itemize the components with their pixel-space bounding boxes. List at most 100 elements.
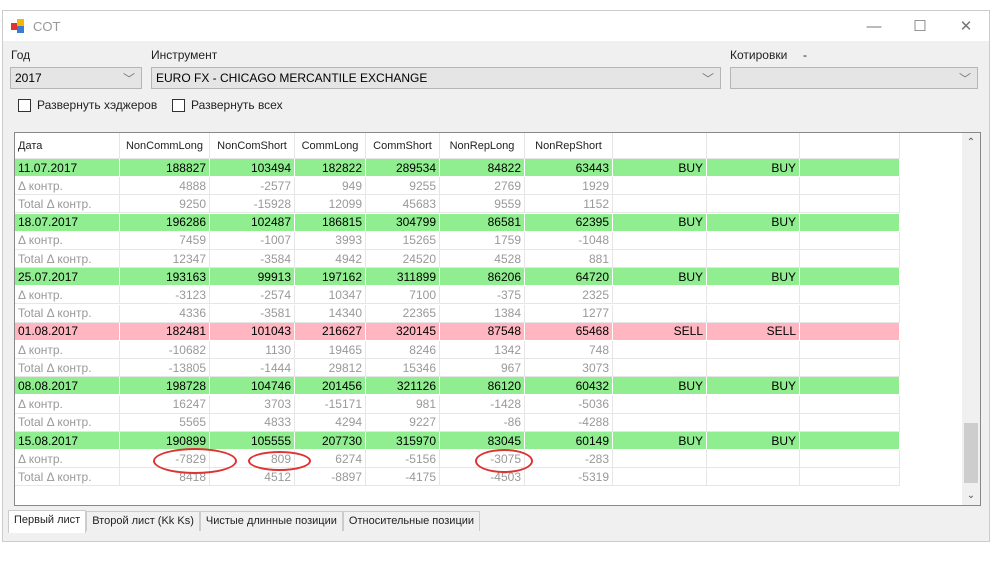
table-cell[interactable]: 193163 xyxy=(120,268,210,287)
column-header[interactable]: NonRepShort xyxy=(525,133,613,159)
table-cell[interactable]: -4288 xyxy=(525,413,613,432)
table-row[interactable]: Total Δ контр. 12347 -3584 4942 24520 4528 881 xyxy=(15,250,900,268)
table-cell[interactable]: BUY xyxy=(613,432,707,450)
checkbox-box[interactable] xyxy=(172,98,185,112)
table-cell[interactable]: -1428 xyxy=(440,395,525,414)
table-cell[interactable]: Total Δ контр. xyxy=(15,250,120,268)
table-cell[interactable]: 1929 xyxy=(525,177,613,196)
table-cell[interactable]: Total Δ контр. xyxy=(15,304,120,323)
table-cell[interactable] xyxy=(707,304,800,323)
table-cell[interactable]: 12099 xyxy=(295,195,366,214)
table-cell[interactable]: 182822 xyxy=(295,159,366,177)
table-cell[interactable] xyxy=(707,231,800,250)
table-cell[interactable]: 22365 xyxy=(366,304,440,323)
table-cell[interactable]: 289534 xyxy=(366,159,440,177)
column-header[interactable]: Дата xyxy=(15,133,120,159)
table-cell[interactable] xyxy=(800,286,900,305)
table-cell[interactable]: -15928 xyxy=(210,195,295,214)
table-cell[interactable]: 19465 xyxy=(295,341,366,359)
table-cell[interactable]: Δ контр. xyxy=(15,177,120,196)
table-cell[interactable] xyxy=(800,450,900,469)
table-cell[interactable]: 1759 xyxy=(440,231,525,250)
table-cell[interactable] xyxy=(707,468,800,487)
table-cell[interactable] xyxy=(800,432,900,450)
table-cell[interactable]: 981 xyxy=(366,395,440,414)
table-cell[interactable] xyxy=(613,395,707,414)
table-cell[interactable] xyxy=(707,177,800,196)
table-cell[interactable] xyxy=(707,413,800,432)
table-cell[interactable]: 196286 xyxy=(120,213,210,232)
column-header[interactable]: NonRepLong xyxy=(440,133,525,159)
table-cell[interactable]: 4942 xyxy=(295,250,366,268)
table-row[interactable]: 11.07.2017 188827 103494 182822 289534 84822 6… xyxy=(15,159,900,177)
table-cell[interactable]: 10347 xyxy=(295,286,366,305)
table-cell[interactable]: 08.08.2017 xyxy=(15,377,120,396)
scrollbar-thumb[interactable] xyxy=(964,423,978,483)
year-select[interactable]: 2017 ﹀ xyxy=(10,67,142,89)
table-cell[interactable]: -1048 xyxy=(525,231,613,250)
table-cell[interactable]: 86120 xyxy=(440,377,525,396)
table-cell[interactable] xyxy=(800,468,900,487)
table-cell[interactable]: 103494 xyxy=(210,159,295,177)
table-cell[interactable]: 321126 xyxy=(366,377,440,396)
table-row[interactable]: Total Δ контр. -13805 -1444 29812 15346 967 30… xyxy=(15,359,900,378)
table-cell[interactable]: Δ контр. xyxy=(15,450,120,469)
table-cell[interactable]: 64720 xyxy=(525,268,613,287)
table-cell[interactable] xyxy=(800,268,900,287)
table-cell[interactable]: 12347 xyxy=(120,250,210,268)
table-cell[interactable] xyxy=(800,322,900,341)
table-cell[interactable]: BUY xyxy=(707,432,800,450)
tab-2[interactable]: Чистые длинные позиции xyxy=(199,511,343,531)
column-header[interactable]: NonComShort xyxy=(210,133,295,159)
table-cell[interactable]: 24520 xyxy=(366,250,440,268)
table-cell[interactable]: 4528 xyxy=(440,250,525,268)
table-cell[interactable]: 29812 xyxy=(295,359,366,378)
column-header[interactable] xyxy=(707,133,800,159)
table-cell[interactable]: 5565 xyxy=(120,413,210,432)
table-cell[interactable]: BUY xyxy=(613,377,707,396)
table-cell[interactable] xyxy=(707,395,800,414)
table-cell[interactable]: 60149 xyxy=(525,432,613,450)
column-header[interactable]: CommShort xyxy=(366,133,440,159)
table-cell[interactable]: 7459 xyxy=(120,231,210,250)
table-cell[interactable]: 86206 xyxy=(440,268,525,287)
table-cell[interactable]: -1007 xyxy=(210,231,295,250)
header-row[interactable]: Дата NonCommLong NonComShort CommLong CommSh… xyxy=(15,133,900,159)
table-cell[interactable]: 207730 xyxy=(295,432,366,450)
table-cell[interactable]: -5319 xyxy=(525,468,613,487)
table-cell[interactable]: 14340 xyxy=(295,304,366,323)
table-cell[interactable] xyxy=(707,286,800,305)
table-row[interactable]: Δ контр. 16247 3703 -15171 981 -1428 -5036 xyxy=(15,395,900,414)
table-cell[interactable] xyxy=(800,177,900,196)
table-cell[interactable]: -3584 xyxy=(210,250,295,268)
table-cell[interactable]: BUY xyxy=(707,268,800,287)
table-cell[interactable]: 1152 xyxy=(525,195,613,214)
table-cell[interactable]: -4175 xyxy=(366,468,440,487)
table-cell[interactable] xyxy=(800,159,900,177)
table-cell[interactable]: 4833 xyxy=(210,413,295,432)
table-cell[interactable]: 4294 xyxy=(295,413,366,432)
table-cell[interactable]: -1444 xyxy=(210,359,295,378)
table-cell[interactable]: 3073 xyxy=(525,359,613,378)
table-cell[interactable]: 9255 xyxy=(366,177,440,196)
table-row[interactable]: 18.07.2017 196286 102487 186815 304799 86581 6… xyxy=(15,213,900,232)
table-cell[interactable]: -283 xyxy=(525,450,613,469)
table-cell[interactable] xyxy=(707,359,800,378)
close-button[interactable]: ✕ xyxy=(943,11,989,41)
table-row[interactable]: Δ контр. 4888 -2577 949 9255 2769 1929 xyxy=(15,177,900,196)
table-cell[interactable]: -375 xyxy=(440,286,525,305)
table-cell[interactable]: 11.07.2017 xyxy=(15,159,120,177)
table-row[interactable]: Δ контр. -3123 -2574 10347 7100 -375 2325 xyxy=(15,286,900,305)
table-cell[interactable]: 104746 xyxy=(210,377,295,396)
table-cell[interactable]: 9250 xyxy=(120,195,210,214)
table-cell[interactable] xyxy=(613,413,707,432)
table-cell[interactable]: BUY xyxy=(613,213,707,232)
expand-all-checkbox[interactable]: Развернуть всех xyxy=(172,98,283,112)
table-cell[interactable] xyxy=(800,231,900,250)
table-cell[interactable]: 4888 xyxy=(120,177,210,196)
table-cell[interactable]: -3581 xyxy=(210,304,295,323)
table-cell[interactable] xyxy=(613,250,707,268)
table-cell[interactable]: 65468 xyxy=(525,322,613,341)
table-cell[interactable]: Δ контр. xyxy=(15,341,120,359)
table-cell[interactable]: 320145 xyxy=(366,322,440,341)
